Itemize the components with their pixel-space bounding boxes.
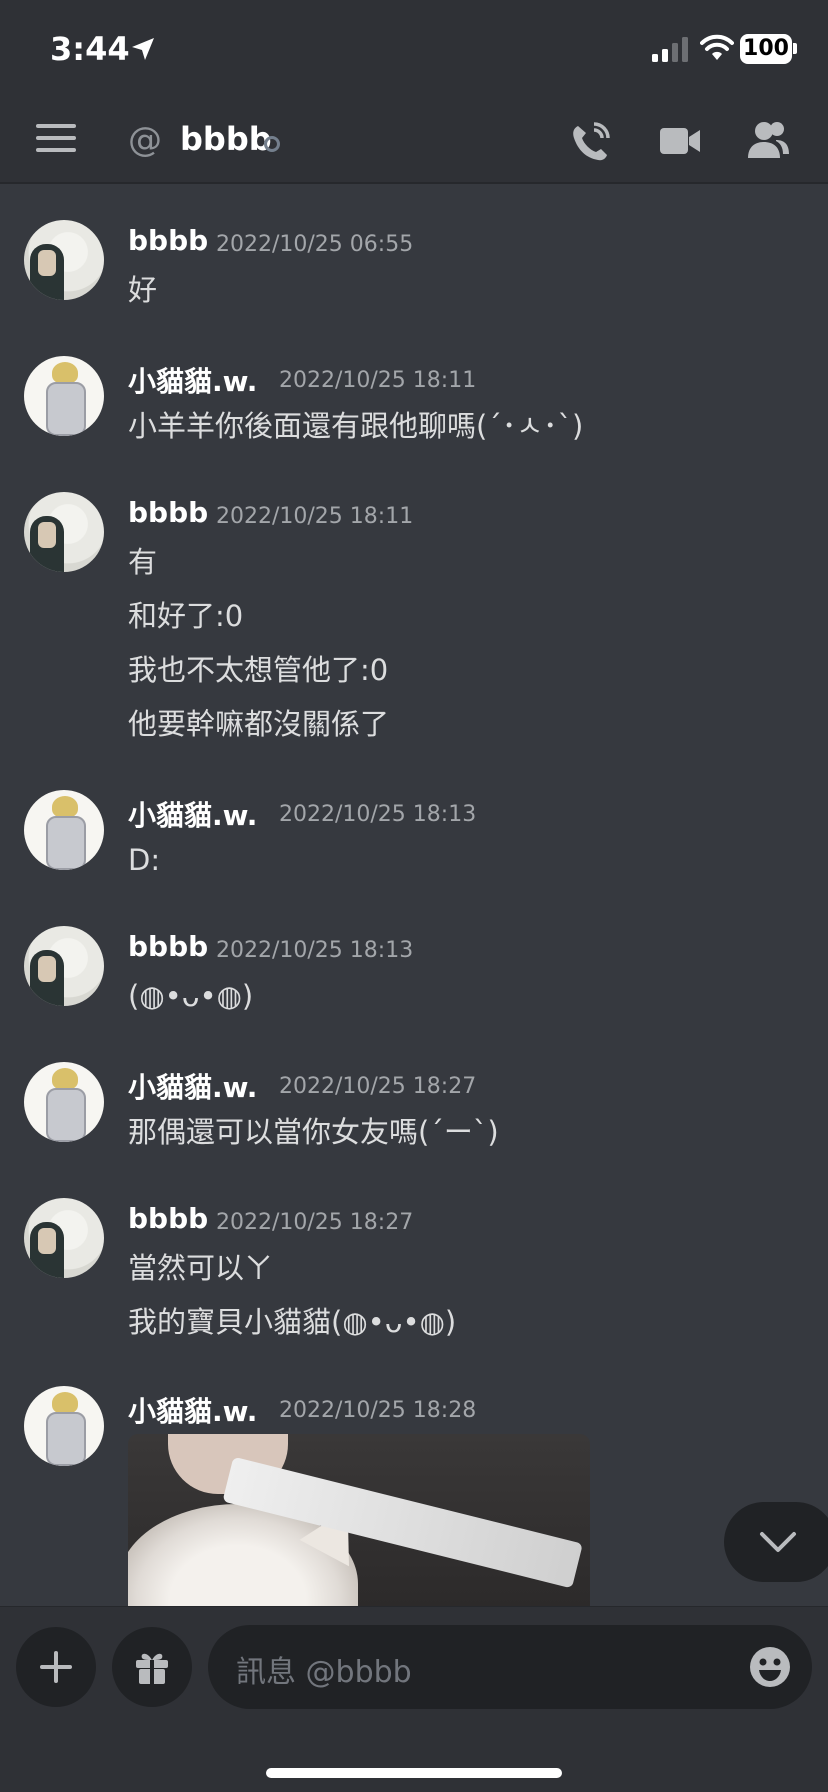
message-text[interactable]: 我的寶貝小貓貓(◍•ᴗ•◍) bbox=[128, 1304, 456, 1358]
home-indicator[interactable] bbox=[266, 1768, 562, 1778]
members-icon[interactable] bbox=[746, 120, 790, 160]
avatar[interactable] bbox=[24, 926, 104, 1006]
message-author[interactable]: 小貓貓.w. bbox=[128, 794, 257, 834]
top-bar: 3:44 100 @ bbbb bbox=[0, 0, 828, 184]
location-arrow-icon bbox=[132, 38, 154, 60]
avatar[interactable] bbox=[24, 356, 104, 436]
message-text[interactable]: 好 bbox=[128, 272, 157, 326]
message-timestamp: 2022/10/25 18:28 bbox=[279, 1398, 477, 1423]
message-timestamp: 2022/10/25 18:13 bbox=[216, 938, 414, 963]
avatar[interactable] bbox=[24, 220, 104, 300]
dm-screen: 3:44 100 @ bbbb bbbb 2022/10/25 06:55 好 … bbox=[0, 0, 828, 1792]
message-timestamp: 2022/10/25 18:27 bbox=[279, 1074, 477, 1099]
message-text[interactable]: (◍•ᴗ•◍) bbox=[128, 978, 253, 1032]
message-text[interactable]: 那偶還可以當你女友嗎(´ー`) bbox=[128, 1114, 499, 1168]
scroll-to-bottom-button[interactable] bbox=[724, 1502, 828, 1582]
page-title[interactable]: bbbb bbox=[180, 120, 272, 158]
message-author[interactable]: bbbb bbox=[128, 930, 208, 963]
avatar[interactable] bbox=[24, 1062, 104, 1142]
message-author[interactable]: 小貓貓.w. bbox=[128, 1390, 257, 1430]
video-camera-icon[interactable] bbox=[658, 124, 702, 158]
avatar[interactable] bbox=[24, 1198, 104, 1278]
gift-icon bbox=[136, 1653, 168, 1684]
message-author[interactable]: bbbb bbox=[128, 224, 208, 257]
composer-bar: 訊息 @bbbb bbox=[0, 1606, 828, 1792]
chevron-down-icon bbox=[760, 1532, 796, 1552]
message-author[interactable]: 小貓貓.w. bbox=[128, 1066, 257, 1106]
image-attachment[interactable] bbox=[128, 1434, 590, 1606]
phone-call-icon[interactable] bbox=[568, 120, 612, 164]
message-text[interactable]: 和好了:0 bbox=[128, 598, 389, 652]
battery-indicator: 100 bbox=[740, 34, 792, 64]
message-timestamp: 2022/10/25 06:55 bbox=[216, 232, 414, 257]
message-list[interactable]: bbbb 2022/10/25 06:55 好 小貓貓.w. 2022/10/2… bbox=[0, 186, 828, 1606]
cellular-signal-icon bbox=[652, 37, 688, 62]
message-text[interactable]: 我也不太想管他了:0 bbox=[128, 652, 389, 706]
avatar[interactable] bbox=[24, 1386, 104, 1466]
message-text[interactable]: 當然可以ㄚ bbox=[128, 1250, 456, 1304]
add-attachment-button[interactable] bbox=[16, 1627, 96, 1707]
message-timestamp: 2022/10/25 18:11 bbox=[279, 368, 477, 393]
message-text[interactable]: D: bbox=[128, 842, 160, 896]
message-text[interactable]: 有 bbox=[128, 544, 389, 598]
message-timestamp: 2022/10/25 18:11 bbox=[216, 504, 414, 529]
message-text[interactable]: 小羊羊你後面還有跟他聊嗎(´･ㅅ･`) bbox=[128, 408, 583, 462]
offline-status-icon bbox=[264, 136, 280, 152]
gift-button[interactable] bbox=[112, 1627, 192, 1707]
message-timestamp: 2022/10/25 18:13 bbox=[279, 802, 477, 827]
avatar[interactable] bbox=[24, 790, 104, 870]
message-author[interactable]: bbbb bbox=[128, 1202, 208, 1235]
status-time: 3:44 bbox=[50, 30, 130, 68]
emoji-icon[interactable] bbox=[748, 1645, 792, 1689]
message-text[interactable]: 他要幹嘛都沒關係了 bbox=[128, 706, 389, 760]
hamburger-icon[interactable] bbox=[36, 124, 76, 156]
message-author[interactable]: bbbb bbox=[128, 496, 208, 529]
message-author[interactable]: 小貓貓.w. bbox=[128, 360, 257, 400]
at-icon: @ bbox=[128, 120, 162, 160]
wifi-icon bbox=[700, 34, 734, 60]
plus-icon bbox=[40, 1651, 72, 1683]
message-input-placeholder: 訊息 @bbbb bbox=[236, 1655, 412, 1690]
avatar[interactable] bbox=[24, 492, 104, 572]
message-input[interactable]: 訊息 @bbbb bbox=[208, 1625, 812, 1709]
message-timestamp: 2022/10/25 18:27 bbox=[216, 1210, 414, 1235]
battery-cap bbox=[793, 43, 797, 54]
